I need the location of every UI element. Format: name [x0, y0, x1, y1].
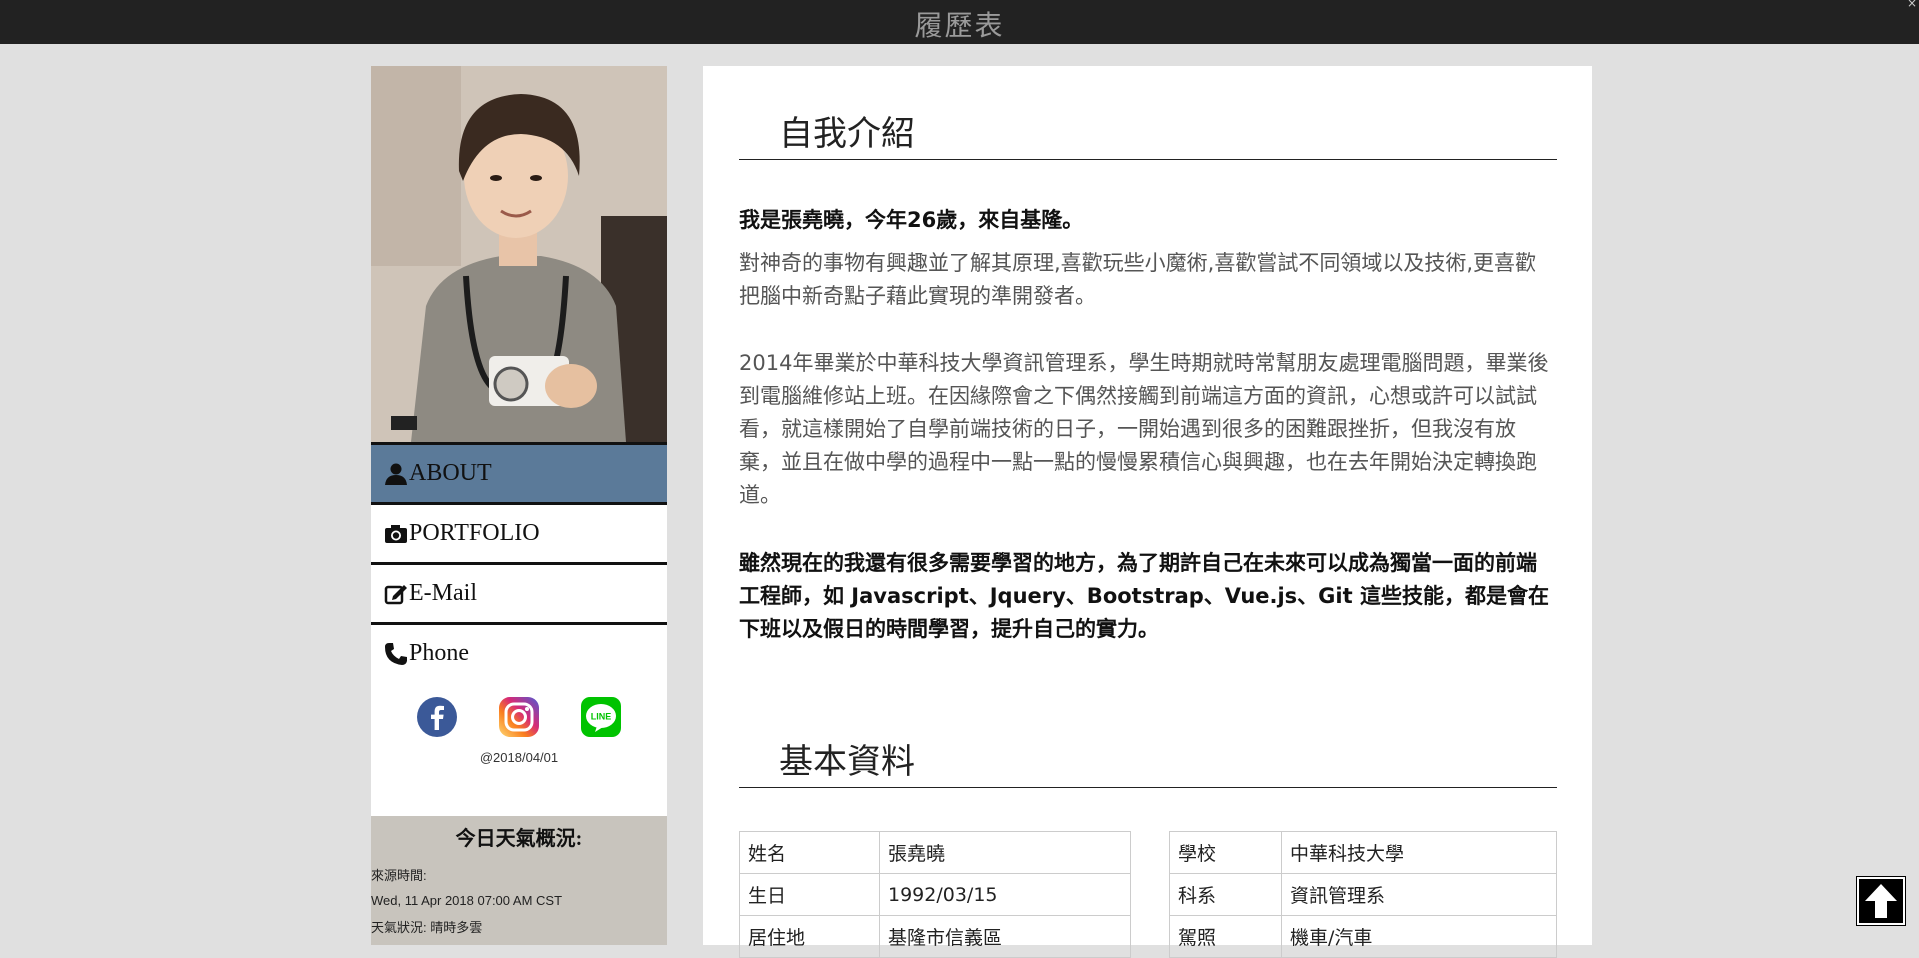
camera-icon — [383, 521, 409, 547]
table-value: 基隆市信義區 — [879, 915, 1131, 958]
back-to-top-button[interactable] — [1856, 876, 1906, 926]
social-links: LINE — [371, 682, 667, 738]
main-content: 自我介紹 我是張堯曉，今年26歲，來自基隆。 對神奇的事物有興趣並了解其原理,喜… — [703, 66, 1592, 958]
nav-portfolio[interactable]: PORTFOLIO — [371, 502, 667, 562]
nav-phone[interactable]: Phone — [371, 622, 667, 682]
table-value: 機車/汽車 — [1281, 915, 1557, 958]
weather-source-label: 來源時間: — [371, 868, 427, 883]
nav-phone-label: Phone — [409, 640, 469, 666]
table-key: 科系 — [1169, 873, 1282, 916]
edit-icon — [383, 581, 409, 607]
top-bar: 履歷表 × — [0, 0, 1919, 44]
instagram-icon[interactable] — [498, 696, 540, 738]
about-intro: 我是張堯曉，今年26歲，來自基隆。 — [739, 208, 1084, 232]
basic-info-table-left: 姓名 張堯曉 生日 1992/03/15 居住地 基隆市信義區 — [739, 831, 1131, 958]
table-row: 居住地 基隆市信義區 — [739, 915, 1131, 958]
table-key: 居住地 — [739, 915, 880, 958]
weather-source-time: Wed, 11 Apr 2018 07:00 AM CST — [371, 893, 563, 908]
table-row: 科系 資訊管理系 — [1169, 873, 1557, 916]
user-icon — [383, 461, 409, 487]
about-paragraph-3: 雖然現在的我還有很多需要學習的地方，為了期許自己在未來可以成為獨當一面的前端工程… — [739, 551, 1549, 641]
close-icon[interactable]: × — [1907, 0, 1917, 10]
section-title-about: 自我介紹 — [739, 114, 1557, 160]
table-row: 學校 中華科技大學 — [1169, 831, 1557, 874]
arrow-up-icon — [1865, 884, 1897, 918]
profile-photo — [371, 66, 667, 442]
table-value: 資訊管理系 — [1281, 873, 1557, 916]
nav-email-label: E-Mail — [409, 580, 477, 606]
table-key: 學校 — [1169, 831, 1282, 874]
table-key: 駕照 — [1169, 915, 1282, 958]
nav-about-label: ABOUT — [409, 460, 492, 486]
about-paragraph-2: 2014年畢業於中華科技大學資訊管理系，學生時期就時常幫朋友處理電腦問題，畢業後… — [739, 351, 1549, 507]
nav-email[interactable]: E-Mail — [371, 562, 667, 622]
table-key: 姓名 — [739, 831, 880, 874]
table-row: 姓名 張堯曉 — [739, 831, 1131, 874]
svg-text:LINE: LINE — [591, 712, 612, 722]
line-icon[interactable]: LINE — [580, 696, 622, 738]
weather-title: 今日天氣概況: — [455, 828, 583, 850]
about-paragraph-1: 對神奇的事物有興趣並了解其原理,喜歡玩些小魔術,喜歡嘗試不同領域以及技術,更喜歡… — [739, 251, 1537, 308]
weather-condition: 天氣狀況: 晴時多雲 — [371, 920, 483, 935]
table-row: 駕照 機車/汽車 — [1169, 915, 1557, 958]
page-title: 履歷表 — [914, 9, 1005, 42]
table-key: 生日 — [739, 873, 880, 916]
facebook-icon[interactable] — [416, 696, 458, 738]
nav-about[interactable]: ABOUT — [371, 442, 667, 502]
weather-panel: 今日天氣概況: 來源時間: Wed, 11 Apr 2018 07:00 AM … — [371, 816, 667, 945]
nav-portfolio-label: PORTFOLIO — [409, 520, 540, 546]
table-value: 張堯曉 — [879, 831, 1131, 874]
profile-photo-illustration — [371, 66, 667, 442]
basic-info-table-right: 學校 中華科技大學 科系 資訊管理系 駕照 機車/汽車 — [1169, 831, 1557, 958]
table-value: 1992/03/15 — [879, 873, 1131, 916]
section-title-basic: 基本資料 — [739, 742, 1557, 788]
sidebar: ABOUT PORTFOLIO E-Mail Phone LINE @2018/… — [371, 66, 667, 945]
table-value: 中華科技大學 — [1281, 831, 1557, 874]
update-date: @2018/04/01 — [479, 750, 559, 765]
table-row: 生日 1992/03/15 — [739, 873, 1131, 916]
phone-icon — [383, 641, 409, 667]
